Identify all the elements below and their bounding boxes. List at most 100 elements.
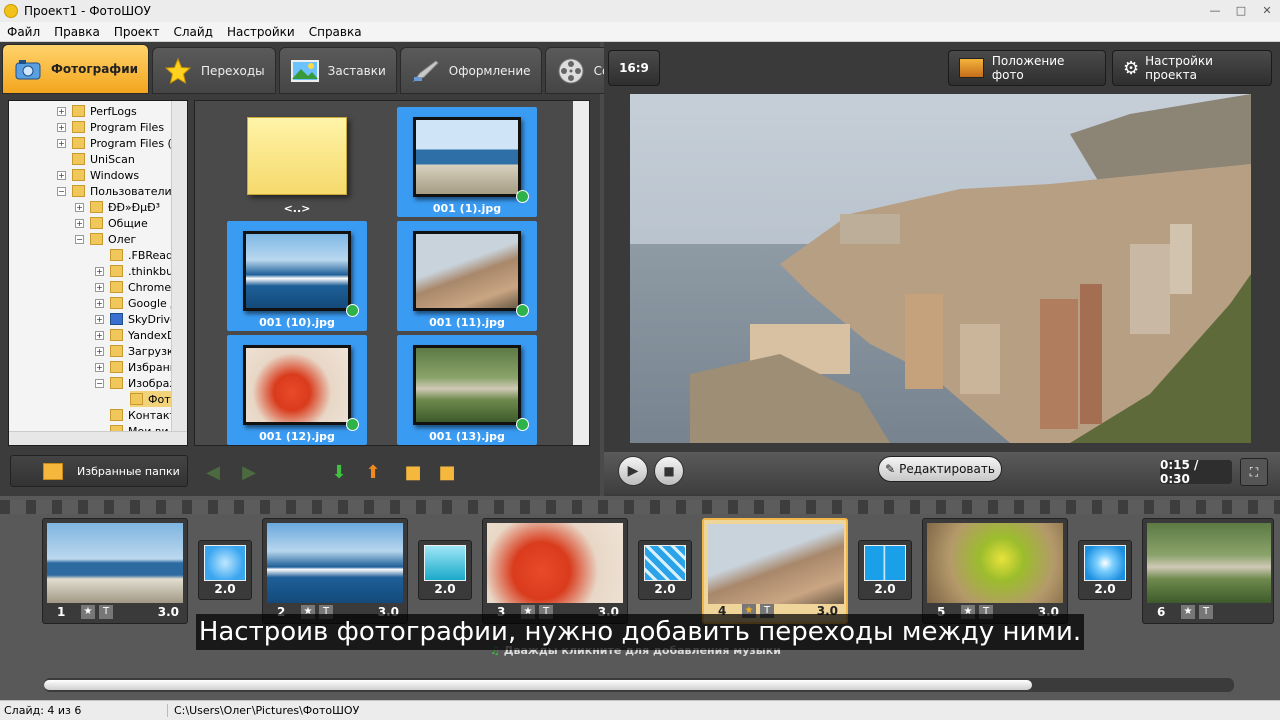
tab-design-label: Оформление [448,63,531,78]
tree-item[interactable]: − Олег [75,231,136,247]
maximize-icon[interactable]: □ [1228,0,1254,20]
favorite-folders-button[interactable]: Избранные папки [10,455,188,487]
title-bar: Проект1 - ФотоШОУ — □ ✕ [0,0,1280,22]
file-thumb[interactable]: 001 (10).jpg [227,221,367,331]
star-folder-icon [43,463,63,480]
transition-preview [644,545,686,581]
file-thumb-parent[interactable]: <..> [227,107,367,217]
edit-button[interactable]: ✎ Редактировать [878,456,1002,482]
file-thumb[interactable]: 001 (13).jpg [397,335,537,445]
minimize-icon[interactable]: — [1202,0,1228,20]
gear-icon: ⚙ [1123,57,1140,79]
add-folder-icon[interactable]: ■ [402,461,424,483]
folder-icon [110,313,123,325]
file-thumb[interactable]: 001 (12).jpg [227,335,367,445]
add-all-folder-icon[interactable]: ■ [436,461,458,483]
tree-item[interactable]: + YandexD [95,327,175,343]
tree-item[interactable]: + Program Files [57,119,164,135]
timeline-transition[interactable]: 2.0 [198,540,252,600]
tree-horizontal-scrollbar[interactable] [9,431,187,445]
timeline-transition[interactable]: 2.0 [1078,540,1132,600]
project-path: C:\Users\Олег\Pictures\ФотоШОУ [174,704,360,717]
transition-preview [204,545,246,581]
timeline-transition[interactable]: 2.0 [858,540,912,600]
tree-item[interactable]: + SkyDrive [95,311,177,327]
tab-intros[interactable]: Заставки [278,47,397,94]
up-arrow-icon[interactable]: ⬆ [362,461,384,483]
down-arrow-icon[interactable]: ⬇ [328,461,350,483]
slide-thumbnail [487,523,623,603]
text-icon[interactable]: T [1199,605,1213,619]
tree-item[interactable]: UniScan [72,151,135,167]
time-display: 0:15 / 0:30 [1160,458,1232,486]
timeline-slide[interactable]: 1 ★ T 3.0 [42,518,188,624]
close-icon[interactable]: ✕ [1254,0,1280,20]
timeline-transition[interactable]: 2.0 [418,540,472,600]
folder-icon [110,297,123,309]
tab-photos[interactable]: Фотографии [2,44,150,94]
menu-edit[interactable]: Правка [47,25,107,39]
file-thumbnails: <..> 001 (1).jpg 001 (10).jpg 001 (11).j… [194,100,590,446]
menu-file[interactable]: Файл [0,25,47,39]
tree-item[interactable]: + Google Д [95,295,179,311]
timeline-slide[interactable]: 6 ★ T [1142,518,1274,624]
timeline-slide[interactable]: 3 ★ T 3.0 [482,518,628,624]
transition-preview [424,545,466,581]
fullscreen-icon[interactable]: ⛶ [1240,458,1268,486]
project-settings-button[interactable]: ⚙ Настройки проекта [1112,50,1272,86]
transition-preview [1084,545,1126,581]
star-icon [163,56,193,86]
timeline-slide-current[interactable]: 4 ★ T 3.0 [702,518,848,624]
tab-transitions-label: Переходы [201,63,265,78]
file-thumb[interactable]: 001 (11).jpg [397,221,537,331]
tab-transitions[interactable]: Переходы [152,47,276,94]
folder-icon [110,329,123,341]
tree-item[interactable]: + Общие [75,215,148,231]
play-button[interactable]: ▶ [618,456,648,486]
photo-preview-large [630,94,1251,443]
browser-toolbar: Избранные папки ◀ ▶ ⬇ ⬆ ■ ■ [0,452,600,492]
tree-item[interactable]: .FBRead [110,247,173,263]
tree-item[interactable]: + PerfLogs [57,103,137,119]
tree-item[interactable]: + Chrome [95,279,171,295]
folder-icon [110,345,123,357]
timeline-slide[interactable]: 2 ★ T 3.0 [262,518,408,624]
folder-icon [130,393,143,405]
tree-item[interactable]: + Windows [57,167,139,183]
text-icon[interactable]: T [99,605,113,619]
photo-position-button[interactable]: Положение фото [948,50,1106,86]
tree-vertical-scrollbar[interactable] [171,101,187,431]
tree-item[interactable]: + Загрузк [95,343,174,359]
tree-item[interactable]: − Пользователи [57,183,172,199]
menu-help[interactable]: Справка [302,25,369,39]
timeline-slide[interactable]: 5 ★ T 3.0 [922,518,1068,624]
folder-icon [72,105,85,117]
tree-item[interactable]: Контакт [110,407,176,423]
slide-thumbnail [708,524,844,604]
menu-settings[interactable]: Настройки [220,25,302,39]
pencil-icon: ✎ [885,462,896,476]
back-arrow-icon[interactable]: ◀ [202,461,224,483]
tree-item[interactable]: + ÐÐ»ÐµÐ³ [75,199,160,215]
timeline-scroll-thumb[interactable] [44,680,1032,690]
tree-item[interactable]: + Program Files (x8 [57,135,185,151]
stop-button[interactable]: ■ [654,456,684,486]
menu-slide[interactable]: Слайд [166,25,220,39]
tree-item[interactable]: + Избранн [95,359,177,375]
timeline-transition[interactable]: 2.0 [638,540,692,600]
tab-design[interactable]: Оформление [399,47,542,94]
tree-item[interactable]: + .thinkbu [95,263,173,279]
folder-icon [110,361,123,373]
aspect-ratio-button[interactable]: 16:9 [608,50,660,86]
file-thumb[interactable]: 001 (1).jpg [397,107,537,217]
star-icon[interactable]: ★ [1181,605,1195,619]
menu-project[interactable]: Проект [107,25,167,39]
thumbs-vertical-scrollbar[interactable] [573,101,589,445]
timeline-scrollbar[interactable] [44,678,1234,692]
forward-arrow-icon[interactable]: ▶ [238,461,260,483]
tree-item[interactable]: − Изображ [95,375,179,391]
slide-thumbnail [927,523,1063,603]
star-icon[interactable]: ★ [81,605,95,619]
film-reel-icon [556,56,586,86]
slide-thumbnail [1147,523,1271,603]
